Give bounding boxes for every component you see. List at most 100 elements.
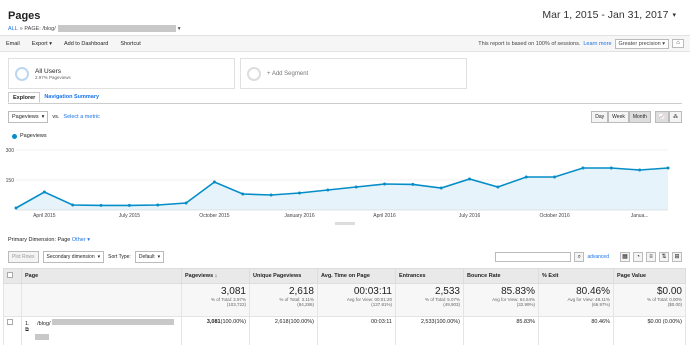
pageviews-cell: 3,081(100.00%) — [181, 316, 250, 345]
data-point — [581, 166, 585, 170]
total-cell: $0.00% of Total: 0.00% ($0.00) — [613, 283, 686, 317]
pivot-icon[interactable]: ⊞ — [672, 252, 682, 262]
data-point — [609, 166, 613, 170]
day-button[interactable]: Day — [591, 111, 609, 123]
breadcrumb: ALL » PAGE: /blog/ ▾ — [8, 25, 181, 32]
col-header-pageviews[interactable]: Pageviews ↓ — [181, 268, 250, 284]
unique-cell: 2,618(100.00%) — [249, 316, 318, 345]
sort-type-label: Sort Type: — [108, 254, 131, 260]
date-range-text: Mar 1, 2015 - Jan 31, 2017 — [542, 9, 669, 21]
pageviews-chart: 300 150 April 2015 July 2015 October 2015 Jan… — [6, 148, 670, 225]
x-tick-label: Janua... — [631, 213, 649, 219]
segment-circle-icon — [15, 66, 29, 81]
chevron-down-icon: ▾ — [672, 12, 676, 19]
data-point — [42, 190, 46, 194]
data-point — [14, 206, 18, 210]
motion-chart-icon[interactable]: ⁂ — [669, 111, 682, 123]
x-tick-label: July 2015 — [119, 213, 141, 219]
external-link-icon[interactable]: ⧉ — [25, 327, 29, 333]
checkbox[interactable] — [7, 319, 13, 325]
email-button[interactable]: Email — [0, 41, 26, 47]
metric-select[interactable]: Pageviews ▾ — [8, 111, 49, 123]
col-header-page-value[interactable]: Page Value — [613, 268, 686, 284]
export-button[interactable]: Export ▾ — [26, 41, 58, 47]
precision-select[interactable]: Greater precision ▾ — [614, 38, 669, 49]
value-cell: $0.00 (0.00%) — [613, 316, 686, 345]
tab-explorer[interactable]: Explorer — [8, 92, 41, 103]
page-path[interactable]: /blog/ — [37, 321, 50, 327]
page-cell[interactable]: 1. /blog/ ⧉ — [21, 316, 182, 345]
y-tick-label: 300 — [6, 148, 15, 154]
x-tick-label: October 2016 — [539, 213, 570, 219]
data-point — [553, 175, 557, 179]
data-point — [354, 185, 358, 189]
bounce-cell: 85.83% — [463, 316, 539, 345]
secondary-dimension-select[interactable]: Secondary dimension ▾ — [42, 251, 105, 263]
shortcut-button[interactable]: Shortcut — [114, 41, 146, 47]
add-to-dashboard-button[interactable]: Add to Dashboard — [58, 41, 114, 47]
table-row: 1. /blog/ ⧉ 3,081(100.00%) 2,618(100.00%… — [3, 316, 686, 345]
y-tick-label: 150 — [6, 178, 15, 184]
chevron-down-icon[interactable]: ▾ — [178, 26, 181, 32]
data-table: Page Pageviews ↓ Unique Pageviews Avg. T… — [3, 268, 686, 345]
table-search-input[interactable] — [495, 252, 572, 262]
avg-time-cell: 00:03:11 — [317, 316, 396, 345]
resize-handle — [335, 222, 355, 225]
col-header-avg-time[interactable]: Avg. Time on Page — [317, 268, 396, 284]
search-icon[interactable]: ⌕ — [574, 252, 585, 262]
select-metric-link[interactable]: Select a metric — [63, 114, 99, 120]
line-chart-icon[interactable]: 📈 — [654, 111, 669, 123]
total-cell: 2,618% of Total: 3.11% (84,286) — [249, 283, 318, 317]
month-button[interactable]: Month — [628, 111, 651, 123]
primary-dimension: Primary Dimension: Page Other ▾ — [8, 237, 90, 243]
advanced-link[interactable]: advanced — [587, 254, 609, 260]
tab-navigation-summary[interactable]: Navigation Summary — [40, 92, 103, 103]
segment-name: All Users — [35, 67, 62, 75]
data-point — [212, 180, 216, 184]
performance-icon[interactable]: ≡ — [646, 252, 656, 262]
col-header-unique-pageviews[interactable]: Unique Pageviews — [249, 268, 318, 284]
entrances-cell: 2,533(100.00%) — [395, 316, 464, 345]
data-point — [297, 191, 301, 195]
vs-label: vs. — [52, 114, 60, 120]
report-toolbar: Email Export ▾ Add to Dashboard Shortcut… — [0, 35, 690, 52]
chart-controls: Pageviews ▾ vs. Select a metric Day Week… — [8, 110, 682, 124]
col-header-page[interactable]: Page — [21, 268, 182, 284]
col-header-bounce-rate[interactable]: Bounce Rate — [463, 268, 539, 284]
x-tick-label: October 2015 — [199, 213, 230, 219]
report-tabs: Explorer Navigation Summary — [8, 92, 682, 104]
add-segment-button[interactable]: + Add Segment — [240, 58, 467, 89]
col-header-exit[interactable]: % Exit — [538, 268, 614, 284]
data-point — [326, 188, 330, 192]
graduation-cap-icon[interactable]: ⌂ — [672, 39, 684, 48]
total-cell: 80.46% Avg for View: 48.11% (66.97%) — [538, 283, 614, 317]
other-dimension-link[interactable]: Other ▾ — [72, 237, 90, 243]
week-button[interactable]: Week — [608, 111, 629, 123]
col-header-entrances[interactable]: Entrances — [395, 268, 464, 284]
totals-row: 3,081% of Total: 2.97% (103,722) 2,618% o… — [3, 283, 686, 317]
data-point — [666, 166, 670, 170]
segment-all-users[interactable]: All Users 2.97% Pageviews — [8, 58, 235, 89]
breadcrumb-all-link[interactable]: ALL — [8, 26, 18, 32]
comparison-icon[interactable]: ⇅ — [659, 252, 669, 262]
total-cell: 2,533% of Total: 5.07% (49,903) — [395, 283, 464, 317]
sessions-note: This report is based on 100% of sessions… — [478, 40, 581, 47]
checkbox[interactable] — [7, 272, 13, 278]
select-all-cell[interactable] — [3, 268, 22, 284]
sort-type-select[interactable]: Default ▾ — [134, 251, 165, 263]
pie-chart-icon[interactable]: ◔ — [633, 252, 643, 262]
data-point — [411, 182, 415, 186]
date-range-picker[interactable]: Mar 1, 2015 - Jan 31, 2017 ▾ — [542, 9, 676, 21]
data-point — [241, 192, 245, 196]
data-point — [439, 186, 443, 190]
data-point — [156, 203, 160, 207]
x-tick-label: January 2016 — [284, 213, 315, 219]
page-title: Pages — [8, 10, 41, 22]
plot-rows-button[interactable]: Plot Rows — [8, 251, 39, 263]
legend-label: Pageviews — [20, 133, 47, 139]
learn-more-link[interactable]: Learn more — [583, 41, 611, 47]
table-controls: Plot Rows Secondary dimension ▾ Sort Typ… — [8, 250, 682, 264]
data-point — [496, 185, 500, 189]
data-point — [99, 203, 103, 207]
data-table-icon[interactable]: ▦ — [620, 252, 630, 262]
